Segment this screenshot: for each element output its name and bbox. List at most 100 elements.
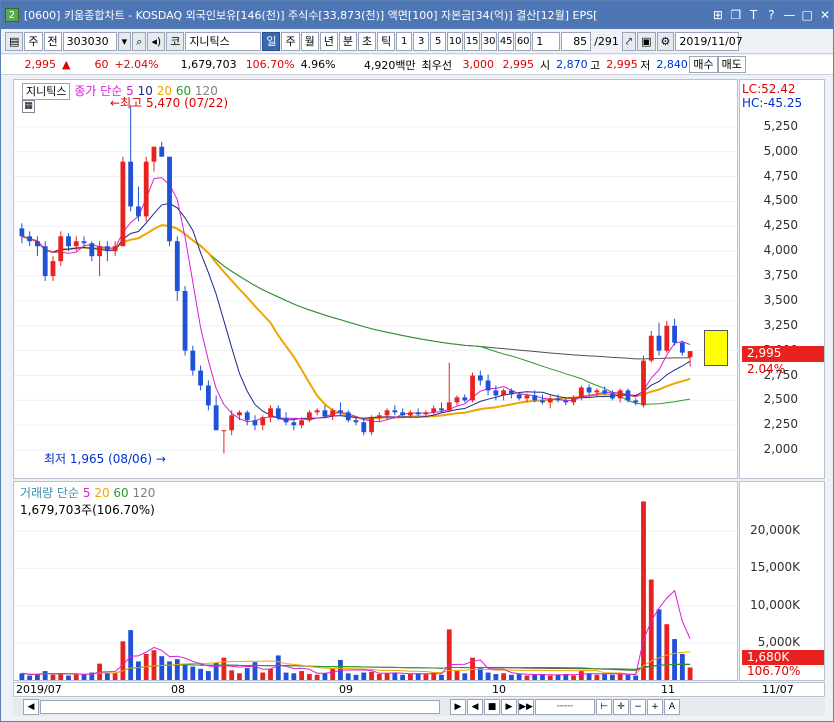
candle-body	[617, 390, 623, 399]
tile-icon[interactable]: ⊞	[710, 7, 726, 23]
play-icon[interactable]: ▶	[501, 699, 517, 715]
minute-45-button[interactable]: 45	[498, 32, 515, 51]
open-price: 2,870	[556, 58, 588, 71]
settings-icon[interactable]: ⚙	[656, 32, 675, 51]
candle-body	[260, 417, 266, 426]
save-icon[interactable]: ▣	[637, 32, 656, 51]
scroll-track[interactable]	[40, 700, 440, 714]
count-input[interactable]: 1	[532, 32, 561, 51]
tab-day[interactable]: 일	[262, 32, 281, 51]
candle-body	[306, 412, 312, 421]
candle-body	[547, 398, 553, 403]
code-input[interactable]: 303030	[62, 32, 117, 51]
candle-body	[345, 412, 351, 421]
volume-bar	[136, 661, 141, 680]
open-label: 시	[539, 58, 551, 72]
title-bar[interactable]: 2 [0600] 키움종합차트 - KOSDAQ 외국인보유[146(천)] 주…	[1, 1, 833, 29]
volume-tick-label: 10,000K	[750, 597, 800, 612]
volume-tick-label: 5,000K	[757, 634, 800, 649]
tab-tick[interactable]: 틱	[377, 32, 396, 51]
volume-bar	[260, 672, 266, 680]
font-icon[interactable]: T	[746, 7, 762, 23]
search-icon[interactable]: ⌕	[132, 32, 147, 51]
volume-bar	[58, 673, 64, 680]
volume-bar	[81, 674, 87, 680]
candle-body	[477, 375, 483, 381]
volume-bar	[578, 671, 584, 680]
candle-body	[400, 412, 406, 416]
window-title: [0600] 키움종합차트 - KOSDAQ 외국인보유[146(천)] 주식수…	[23, 9, 598, 22]
minute-10-button[interactable]: 10	[447, 32, 464, 51]
volume-bar	[314, 674, 320, 680]
candle-body	[291, 422, 297, 426]
price-chart-pane[interactable]: 지니틱스 종가 단순 5 10 20 60 120 ▦ ←최고 5,470 (0…	[13, 79, 739, 479]
x-label-jul: 2019/07	[16, 683, 62, 696]
candle-body	[384, 410, 390, 416]
volume-bar	[392, 672, 398, 680]
market-badge[interactable]: 코	[166, 32, 185, 51]
volume-bar	[322, 673, 328, 680]
mode-select[interactable]: 주	[24, 32, 43, 51]
tab-week[interactable]: 주	[281, 32, 300, 51]
candle-body	[524, 395, 530, 399]
restore-icon[interactable]: ❐	[728, 7, 744, 23]
play-back-icon[interactable]: ◀	[467, 699, 483, 715]
date-input[interactable]: 2019/11/07	[675, 32, 743, 51]
minute-5-button[interactable]: 5	[430, 32, 447, 51]
tab-month[interactable]: 월	[300, 32, 319, 51]
candle-body	[174, 241, 180, 291]
x-label-aug: 08	[171, 683, 185, 696]
stop-icon[interactable]: ■	[484, 699, 500, 715]
tab-year[interactable]: 년	[319, 32, 338, 51]
sidebar-toggle-icon[interactable]: ▤	[5, 32, 24, 51]
crosshair-icon[interactable]: ✛	[613, 699, 629, 715]
fast-forward-icon[interactable]: ▶▶	[518, 699, 534, 715]
zoom-out-icon[interactable]: −	[630, 699, 646, 715]
chevron-down-icon[interactable]: ▾	[117, 32, 132, 51]
candle-body	[66, 236, 71, 247]
zoom-fit-icon[interactable]: ⊢	[596, 699, 612, 715]
volume-bar	[555, 674, 561, 680]
candle-body	[167, 156, 172, 242]
speed-slider[interactable]: ┈┈┈	[535, 699, 595, 715]
volume-bar	[439, 674, 444, 680]
forecast-box[interactable]	[704, 330, 728, 366]
question-icon[interactable]: ?	[764, 7, 780, 23]
candle-body	[19, 228, 25, 237]
minute-15-button[interactable]: 15	[464, 32, 481, 51]
lc-value: LC:52.42	[742, 82, 796, 96]
speaker-icon[interactable]: ◂)	[147, 32, 166, 51]
candle-body	[563, 400, 569, 403]
chart-tool-icon[interactable]: ⤤	[621, 32, 637, 51]
candle-body	[555, 398, 561, 401]
minute-60-button[interactable]: 60	[515, 32, 532, 51]
maximize-icon[interactable]: □	[799, 7, 815, 23]
tab-second[interactable]: 초	[357, 32, 377, 51]
volume-bar	[508, 674, 514, 680]
stock-tag[interactable]: 지니틱스	[22, 83, 71, 100]
scroll-left-icon[interactable]: ◀	[23, 699, 39, 715]
candle-body	[392, 410, 398, 413]
candle-body	[283, 418, 289, 423]
candle-body	[664, 325, 670, 351]
close-icon[interactable]: ✕	[817, 7, 833, 23]
zoom-in-icon[interactable]: +	[647, 699, 663, 715]
buy-button[interactable]: 매수	[689, 56, 718, 73]
vol-ma60-legend: 60	[113, 486, 129, 500]
page-input[interactable]: 85	[561, 32, 592, 51]
candle-body	[586, 387, 592, 393]
volume-chart-pane[interactable]: 거래량 단순 5 20 60 120 1,679,703주(106.70%)	[13, 481, 739, 681]
sell-button[interactable]: 매도	[717, 56, 746, 73]
period-select[interactable]: 전	[43, 32, 62, 51]
scroll-right-icon[interactable]: ▶	[450, 699, 466, 715]
minimize-icon[interactable]: —	[781, 7, 797, 23]
candle-body	[423, 412, 429, 415]
grid-toggle-icon[interactable]: ▦	[22, 100, 35, 113]
candle-body	[120, 161, 126, 247]
price-change-pct: +2.04%	[114, 58, 159, 71]
minute-1-button[interactable]: 1	[396, 32, 413, 51]
tab-minute[interactable]: 분	[338, 32, 357, 51]
minute-3-button[interactable]: 3	[413, 32, 430, 51]
auto-scale-icon[interactable]: A	[664, 699, 680, 715]
minute-30-button[interactable]: 30	[481, 32, 498, 51]
